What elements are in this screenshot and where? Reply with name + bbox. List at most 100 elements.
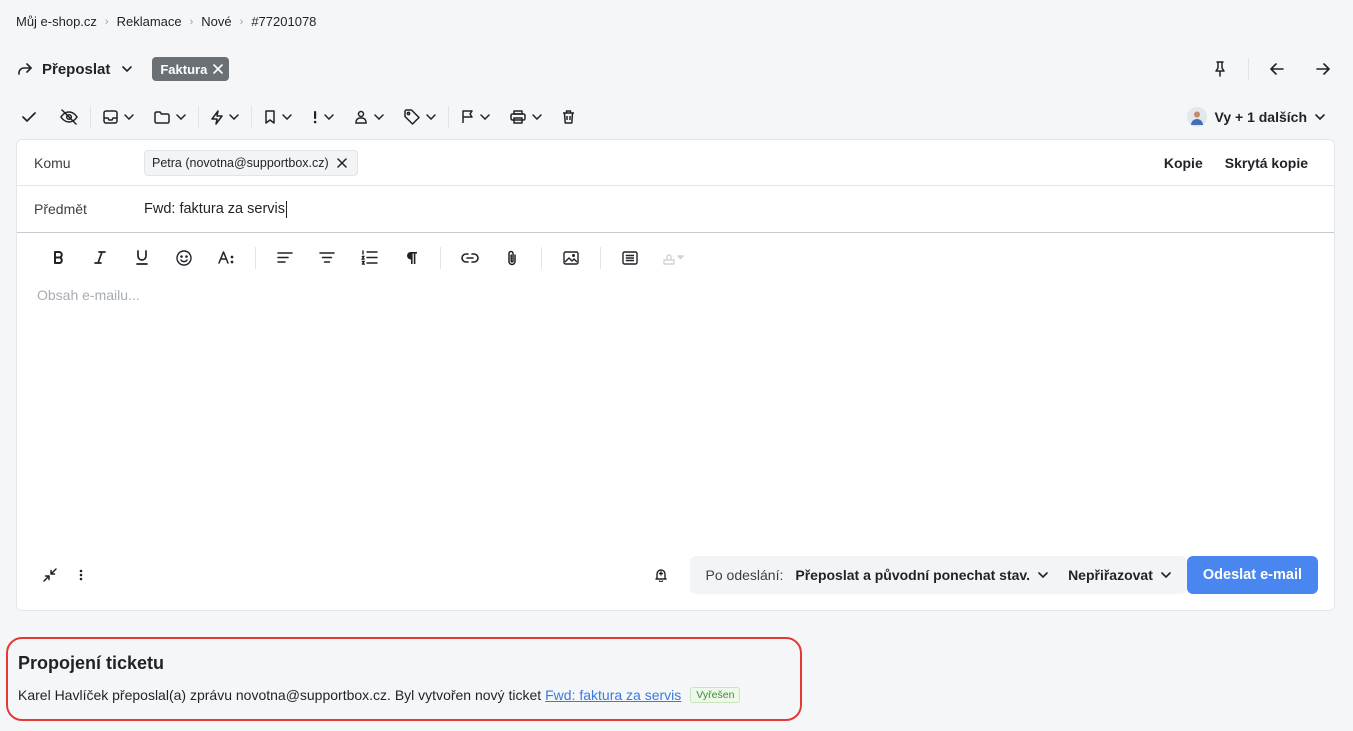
forward-mode-label: Přeposlat <box>42 60 111 78</box>
bold-button[interactable] <box>37 242 79 274</box>
notify-button[interactable] <box>648 562 674 588</box>
paperclip-icon <box>506 250 518 266</box>
ticket-toolbar: Vy + 1 dalších <box>16 104 1337 130</box>
divider <box>541 246 542 269</box>
divider <box>1248 58 1249 80</box>
stamp-icon <box>660 251 684 265</box>
divider <box>251 106 252 128</box>
flag-dropdown[interactable] <box>455 104 496 130</box>
image-icon <box>563 250 579 265</box>
format-toolbar <box>17 232 1334 282</box>
more-options-button[interactable] <box>79 569 83 581</box>
bell-icon <box>654 568 667 582</box>
chevron-right-icon: › <box>189 15 194 28</box>
folder-dropdown[interactable] <box>148 104 192 130</box>
flag-icon <box>461 110 474 124</box>
attach-button[interactable] <box>491 242 533 274</box>
numbered-list-icon <box>360 250 378 265</box>
close-icon[interactable] <box>213 64 224 74</box>
printer-icon <box>510 110 526 124</box>
assignee-dropdown[interactable] <box>348 104 390 130</box>
breadcrumb: Můj e-shop.cz › Reklamace › Nové › #7720… <box>16 14 316 29</box>
send-email-button[interactable]: Odeslat e-mail <box>1186 556 1318 594</box>
chevron-down-icon <box>480 114 490 120</box>
assign-dropdown[interactable]: Nepřiřazovat <box>1068 567 1171 583</box>
emoji-button[interactable] <box>163 242 205 274</box>
pin-button[interactable] <box>1206 55 1234 83</box>
hide-button[interactable] <box>54 104 84 130</box>
inbox-dropdown[interactable] <box>97 104 140 130</box>
divider <box>255 246 256 269</box>
template-button[interactable] <box>609 242 651 274</box>
align-center-button[interactable] <box>306 242 348 274</box>
divider <box>90 106 91 128</box>
underline-button[interactable] <box>121 242 163 274</box>
exclamation-icon <box>312 110 318 124</box>
email-composer: Komu Petra (novotna@supportbox.cz) Kopie… <box>16 139 1335 611</box>
after-send-dropdown[interactable]: Přeposlat a původní ponechat stav. <box>795 567 1048 583</box>
new-ticket-link[interactable]: Fwd: faktura za servis <box>545 687 681 703</box>
previous-ticket-button[interactable] <box>1263 55 1291 83</box>
ticket-nav <box>1206 55 1337 83</box>
recipient-chip[interactable]: Petra (novotna@supportbox.cz) <box>144 149 358 176</box>
folder-icon <box>154 110 170 124</box>
breadcrumb-item-nove[interactable]: Nové <box>201 14 231 29</box>
subject-row: Předmět Fwd: faktura za servis <box>17 186 1334 232</box>
print-dropdown[interactable] <box>504 104 548 130</box>
check-icon <box>22 111 36 123</box>
composer-footer: Po odeslání: Přeposlat a původní ponecha… <box>17 556 1334 594</box>
chevron-down-icon <box>1161 572 1171 578</box>
align-left-button[interactable] <box>264 242 306 274</box>
insert-link-button[interactable] <box>449 242 491 274</box>
chevron-right-icon: › <box>239 15 244 28</box>
forward-mode-dropdown[interactable]: Přeposlat <box>16 60 133 78</box>
font-size-button[interactable] <box>205 242 247 274</box>
chevron-right-icon: › <box>104 15 109 28</box>
delete-button[interactable] <box>556 104 581 130</box>
section-title: Propojení ticketu <box>18 653 165 673</box>
eye-off-icon <box>60 109 78 125</box>
tags-dropdown[interactable] <box>398 104 442 130</box>
email-body-input[interactable]: Obsah e-mailu... <box>37 287 140 303</box>
italic-button[interactable] <box>79 242 121 274</box>
automation-dropdown[interactable] <box>205 104 245 130</box>
collaborators-dropdown[interactable]: Vy + 1 dalších <box>1186 107 1337 127</box>
collaborators-label: Vy + 1 dalších <box>1214 109 1307 125</box>
priority-dropdown[interactable] <box>306 104 340 130</box>
lightning-icon <box>211 109 223 125</box>
status-badge: Vyřešen <box>690 687 741 703</box>
divider <box>448 106 449 128</box>
action-row: Přeposlat Faktura <box>16 56 1337 82</box>
chevron-down-icon <box>324 114 334 120</box>
tag-icon <box>404 109 420 125</box>
text-caret <box>286 200 288 218</box>
insert-image-button[interactable] <box>550 242 592 274</box>
chevron-down-icon <box>532 114 542 120</box>
italic-icon <box>94 251 106 264</box>
chevron-down-icon <box>124 114 134 120</box>
bookmark-dropdown[interactable] <box>258 104 298 130</box>
chevron-down-icon <box>426 114 436 120</box>
after-send-options: Po odeslání: Přeposlat a původní ponecha… <box>689 556 1187 594</box>
divider <box>440 246 441 269</box>
pin-icon <box>1213 61 1227 77</box>
next-ticket-button[interactable] <box>1309 55 1337 83</box>
breadcrumb-item-shop[interactable]: Můj e-shop.cz <box>16 14 97 29</box>
chevron-down-icon <box>282 114 292 120</box>
breadcrumb-item-reklamace[interactable]: Reklamace <box>117 14 182 29</box>
mark-done-button[interactable] <box>16 104 42 130</box>
arrow-left-icon <box>1270 63 1284 75</box>
after-send-label: Po odeslání: <box>705 567 784 583</box>
subject-input[interactable]: Fwd: faktura za servis <box>144 200 288 218</box>
paragraph-button[interactable] <box>390 242 432 274</box>
numbered-list-button[interactable] <box>348 242 390 274</box>
bold-icon <box>53 251 64 264</box>
bookmark-icon <box>264 110 276 124</box>
close-icon[interactable] <box>336 157 347 168</box>
bcc-button[interactable]: Skrytá kopie <box>1225 155 1308 171</box>
ticket-link-section: Propojení ticketu Karel Havlíček přeposl… <box>6 637 802 721</box>
align-center-icon <box>319 252 335 263</box>
collapse-button[interactable] <box>43 568 57 582</box>
cc-button[interactable]: Kopie <box>1164 155 1203 171</box>
ticket-link-text: Karel Havlíček přeposlal(a) zprávu novot… <box>18 687 790 703</box>
